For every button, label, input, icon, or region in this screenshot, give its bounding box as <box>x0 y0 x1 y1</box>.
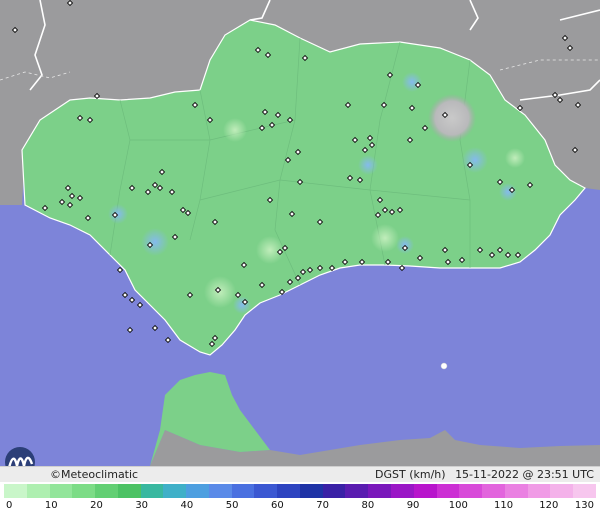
gust-hotspot <box>499 183 517 201</box>
scale-label: 110 <box>493 500 514 511</box>
map-stage: ©Meteoclimatic DGST (km/h) 15-11-2022 @ … <box>0 0 600 517</box>
info-right: DGST (km/h) 15-11-2022 @ 23:51 UTC <box>369 468 594 481</box>
scale-segment <box>208 484 232 498</box>
gust-hotspot <box>462 147 488 173</box>
scale-label: 20 <box>90 500 103 511</box>
scale-segment <box>49 484 73 498</box>
variable-label: DGST (km/h) <box>375 468 446 481</box>
gust-hotspot <box>402 72 422 92</box>
scale-segment <box>117 484 141 498</box>
buoy-icon <box>440 362 448 370</box>
scale-label: 40 <box>180 500 194 511</box>
scale-segment <box>482 484 505 498</box>
scale-segment <box>550 484 574 498</box>
scale-segment <box>72 484 96 498</box>
calm-spot <box>204 276 236 308</box>
calm-spot <box>505 148 525 168</box>
color-scale: 0 10 20 30 40 50 60 70 80 90 100 110 120 130 <box>0 482 600 517</box>
scale-segment <box>299 484 323 498</box>
color-scale-bar <box>4 484 596 498</box>
gust-hotspot <box>233 296 251 314</box>
color-scale-labels: 0 10 20 30 40 50 60 70 80 90 100 110 120 130 <box>0 500 600 514</box>
scale-label: 100 <box>448 500 468 511</box>
weather-map <box>0 0 600 466</box>
scale-segment <box>163 484 187 498</box>
scale-label: 120 <box>539 500 559 511</box>
scale-segment <box>345 484 369 498</box>
scale-segment <box>231 484 255 498</box>
brand-label: ©Meteoclimatic <box>50 468 139 481</box>
scale-label: 90 <box>406 500 420 511</box>
scale-label: 0 <box>6 500 13 511</box>
scale-label: 70 <box>316 500 329 511</box>
gust-hotspot <box>358 155 378 175</box>
mountain-patch <box>428 94 476 142</box>
scale-label: 50 <box>225 500 239 511</box>
scale-label: 10 <box>44 500 58 511</box>
scale-segment <box>95 484 118 498</box>
scale-segment <box>527 484 551 498</box>
scale-label: 60 <box>271 500 284 511</box>
scale-segment <box>140 484 164 498</box>
gust-hotspot <box>141 228 169 256</box>
info-bar: ©Meteoclimatic DGST (km/h) 15-11-2022 @ … <box>0 466 600 482</box>
scale-segment <box>413 484 437 498</box>
scale-segment <box>368 484 392 498</box>
scale-segment <box>504 484 528 498</box>
scale-segment <box>26 484 50 498</box>
calm-spot <box>371 224 399 252</box>
scale-segment <box>391 484 414 498</box>
scale-label: 30 <box>135 500 149 511</box>
scale-segment <box>436 484 460 498</box>
calm-spot <box>223 118 247 142</box>
datetime-label: 15-11-2022 @ 23:51 UTC <box>455 468 594 481</box>
scale-label: 80 <box>361 500 375 511</box>
scale-segment <box>186 484 209 498</box>
scale-segment <box>573 484 596 498</box>
scale-segment <box>4 484 27 498</box>
gust-hotspot <box>108 204 128 224</box>
scale-segment <box>254 484 278 498</box>
scale-label: 130 <box>574 500 594 511</box>
scale-segment <box>322 484 346 498</box>
scale-segment <box>277 484 300 498</box>
scale-segment <box>459 484 483 498</box>
